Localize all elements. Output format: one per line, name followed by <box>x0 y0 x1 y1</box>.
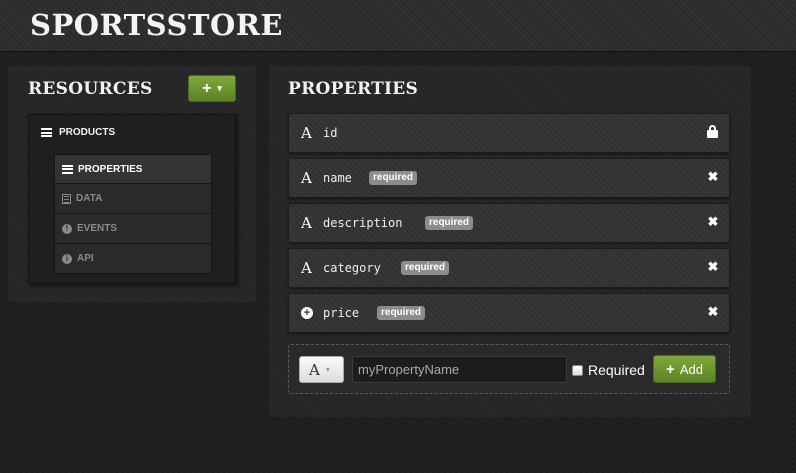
caret-down-icon: ▾ <box>217 83 222 93</box>
caret-down-icon: ▾ <box>325 365 330 374</box>
property-row-category[interactable]: A category required ✖ <box>288 248 730 288</box>
data-icon <box>62 193 71 204</box>
subnav-item-properties[interactable]: PROPERTIES <box>54 154 212 184</box>
property-name: description <box>323 216 403 230</box>
property-type-dropdown[interactable]: A ▾ <box>299 356 344 383</box>
brand-title[interactable]: SPORTSSTORE <box>30 8 283 42</box>
resource-subnav: PROPERTIES DATA ! EVENTS i API <box>54 154 212 274</box>
string-type-icon: A <box>301 169 312 187</box>
subnav-item-label: DATA <box>76 193 103 204</box>
string-type-icon: A <box>309 360 320 379</box>
required-badge: required <box>401 261 450 275</box>
subnav-item-api[interactable]: i API <box>54 244 212 274</box>
property-name: price <box>323 306 360 320</box>
plus-icon: + <box>666 360 675 378</box>
close-icon[interactable]: ✖ <box>707 170 719 184</box>
resources-title: RESOURCES <box>28 79 153 99</box>
resource-products-label: PRODUCTS <box>59 127 116 138</box>
close-icon[interactable]: ✖ <box>707 215 719 229</box>
property-name-input[interactable] <box>352 356 567 383</box>
close-icon[interactable]: ✖ <box>707 305 719 319</box>
property-row-id[interactable]: A id <box>288 113 730 153</box>
string-type-icon: A <box>301 124 312 142</box>
property-name: name <box>323 171 352 185</box>
add-resource-button[interactable]: + ▾ <box>188 75 236 102</box>
subnav-item-label: PROPERTIES <box>78 163 143 175</box>
number-type-icon: + <box>301 307 313 319</box>
list-icon <box>62 164 73 174</box>
info-icon: i <box>62 253 72 264</box>
required-checkbox[interactable] <box>572 364 583 376</box>
required-badge: required <box>377 306 426 320</box>
required-label: Required <box>588 362 645 378</box>
subnav-item-label: EVENTS <box>77 223 118 234</box>
property-row-description[interactable]: A description required ✖ <box>288 203 730 243</box>
subnav-item-data[interactable]: DATA <box>54 184 212 214</box>
add-property-label: Add <box>679 361 703 377</box>
subnav-item-events[interactable]: ! EVENTS <box>54 214 212 244</box>
properties-panel: PROPERTIES A id A name required ✖ A desc… <box>269 66 751 417</box>
plus-icon: + <box>202 79 212 97</box>
close-icon[interactable]: ✖ <box>707 260 719 274</box>
new-property-form: A ▾ Required + Add <box>288 344 730 394</box>
required-badge: required <box>425 216 474 230</box>
lock-icon <box>707 125 718 138</box>
required-badge: required <box>369 171 418 185</box>
exclamation-icon: ! <box>62 223 72 234</box>
property-name: category <box>323 261 381 275</box>
top-navbar: SPORTSSTORE <box>0 0 796 52</box>
resource-tree: PRODUCTS PROPERTIES DATA ! EVENTS i API <box>28 114 236 284</box>
add-property-button[interactable]: + Add <box>653 355 716 383</box>
string-type-icon: A <box>301 259 312 277</box>
property-row-name[interactable]: A name required ✖ <box>288 158 730 198</box>
properties-title: PROPERTIES <box>288 79 419 99</box>
list-icon <box>41 128 52 137</box>
resources-panel: RESOURCES + ▾ PRODUCTS PROPERTIES DATA !… <box>8 66 256 302</box>
property-row-price[interactable]: + price required ✖ <box>288 293 730 333</box>
resource-products[interactable]: PRODUCTS <box>41 127 115 138</box>
subnav-item-label: API <box>77 253 94 264</box>
string-type-icon: A <box>301 214 312 232</box>
required-toggle[interactable]: Required <box>572 362 645 378</box>
property-name: id <box>323 126 338 140</box>
